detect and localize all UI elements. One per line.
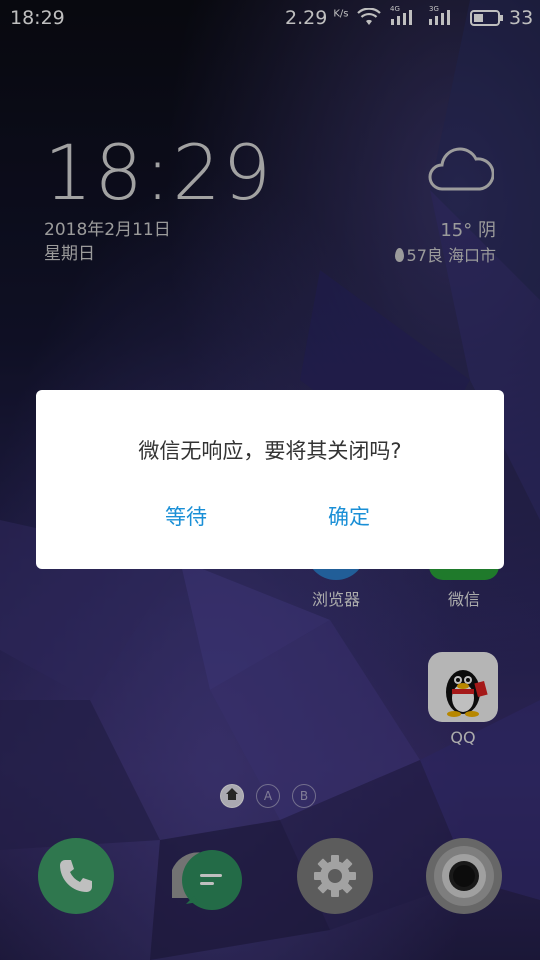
app-not-responding-dialog: 微信无响应，要将其关闭吗? 等待 确定 bbox=[36, 390, 504, 569]
wait-button[interactable]: 等待 bbox=[165, 501, 207, 531]
confirm-close-button[interactable]: 确定 bbox=[328, 501, 370, 531]
dialog-message: 微信无响应，要将其关闭吗? bbox=[138, 439, 402, 463]
